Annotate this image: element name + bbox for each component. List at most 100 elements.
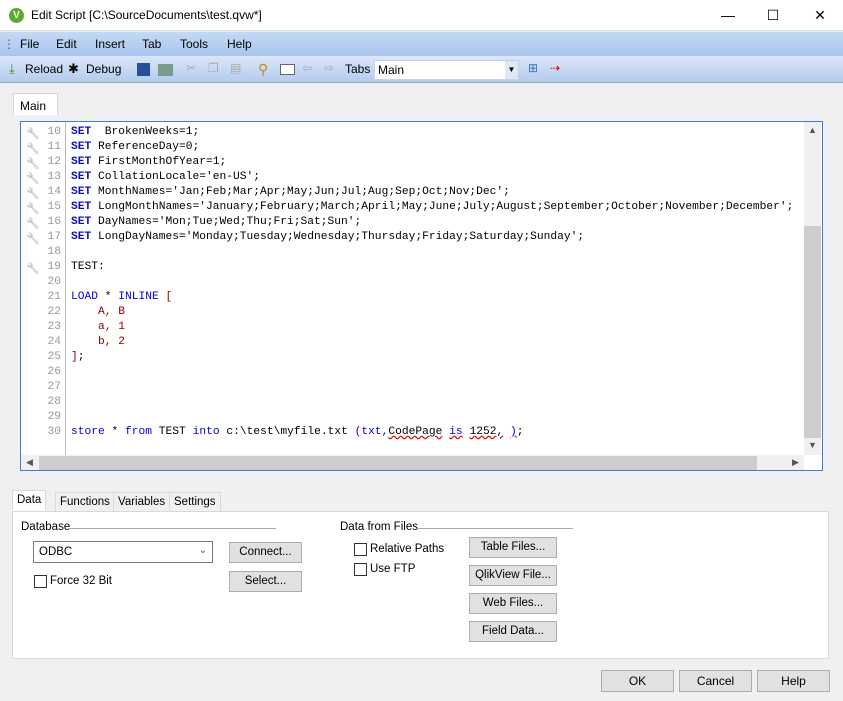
help-button[interactable]: Help xyxy=(757,670,830,692)
code-token: FirstMonthOfYear=1; xyxy=(91,156,227,168)
code-line[interactable]: 23 a, 1 xyxy=(21,320,821,335)
code-token: ] xyxy=(71,351,78,363)
wrench-icon: 🔧 xyxy=(26,172,40,185)
debug-button[interactable]: Debug xyxy=(86,62,121,76)
code-token: SET xyxy=(71,126,92,138)
wrench-icon: 🔧 xyxy=(26,217,40,230)
ok-button[interactable]: OK xyxy=(601,670,674,692)
code-line[interactable]: 29 xyxy=(21,410,821,425)
scroll-right-icon[interactable]: ▶ xyxy=(787,457,804,468)
paste-icon[interactable]: ▤ xyxy=(230,61,245,76)
find-icon[interactable]: ⚲ xyxy=(258,61,273,77)
code-line[interactable]: 27 xyxy=(21,380,821,395)
database-select[interactable]: ODBC ⌄ xyxy=(33,541,213,563)
minimize-button[interactable]: — xyxy=(705,0,751,31)
tab-left-icon[interactable]: ⇦ xyxy=(302,61,317,76)
close-button[interactable]: ✕ xyxy=(797,0,843,31)
reload-icon[interactable]: ⤓ xyxy=(9,61,24,76)
title-bar: V Edit Script [C:\SourceDocuments\test.q… xyxy=(0,0,843,31)
window-title: Edit Script [C:\SourceDocuments\test.qvw… xyxy=(31,8,262,22)
code-line[interactable]: 🔧 11 SET ReferenceDay=0; xyxy=(21,140,821,155)
tab-right-icon[interactable]: ⇨ xyxy=(324,61,339,76)
chevron-down-icon[interactable]: ▼ xyxy=(505,61,518,79)
code-line[interactable]: 26 xyxy=(21,365,821,380)
script-editor[interactable]: 🔧 10 SET BrokenWeeks=1; 🔧 11 SET ReferenceDay… xyxy=(20,121,823,471)
menu-tools[interactable]: Tools xyxy=(180,37,208,51)
syntax-check-icon[interactable]: ⇢ xyxy=(550,61,565,76)
qlikview-file-button[interactable]: QlikView File... xyxy=(469,565,557,586)
chevron-down-icon[interactable]: ⌄ xyxy=(199,545,207,556)
menu-tab[interactable]: Tab xyxy=(142,37,161,51)
data-panel xyxy=(12,511,829,659)
code-line[interactable]: 🔧 13 SET CollationLocale='en-US'; xyxy=(21,170,821,185)
print-icon[interactable] xyxy=(158,64,173,76)
code-token: a, 1 xyxy=(71,321,126,333)
menu-help[interactable]: Help xyxy=(227,37,252,51)
tabs-dropdown[interactable]: Main ▼ xyxy=(374,60,519,80)
code-line[interactable]: 28 xyxy=(21,395,821,410)
code-text: SET BrokenWeeks=1; xyxy=(71,125,199,140)
code-text: ]; xyxy=(71,350,85,365)
copy-icon[interactable]: ❐ xyxy=(208,61,223,76)
scroll-left-icon[interactable]: ◀ xyxy=(21,457,38,468)
table-files-button[interactable]: Table Files... xyxy=(469,537,557,558)
script-tab-main[interactable]: Main xyxy=(13,93,58,115)
code-line[interactable]: 🔧 17 SET LongDayNames='Monday;Tuesday;Wedn… xyxy=(21,230,821,245)
menu-bar: ⋮ File Edit Insert Tab Tools Help xyxy=(0,32,843,56)
relative-paths-checkbox[interactable] xyxy=(354,543,367,556)
code-line[interactable]: 25]; xyxy=(21,350,821,365)
menu-edit[interactable]: Edit xyxy=(56,37,77,51)
code-line[interactable]: 🔧 14 SET MonthNames='Jan;Feb;Mar;Apr;May;J… xyxy=(21,185,821,200)
cancel-button[interactable]: Cancel xyxy=(679,670,752,692)
line-number: 12 xyxy=(47,156,61,168)
code-token: INLINE xyxy=(118,291,159,303)
use-ftp-checkbox[interactable] xyxy=(354,563,367,576)
tab-data[interactable]: Data xyxy=(12,490,47,511)
line-number: 29 xyxy=(47,411,61,423)
line-number: 15 xyxy=(47,201,61,213)
connect-button[interactable]: Connect... xyxy=(229,542,302,563)
line-number: 28 xyxy=(47,396,61,408)
horizontal-scroll-thumb[interactable] xyxy=(39,456,757,470)
force-32-bit-checkbox[interactable] xyxy=(34,575,47,588)
menu-file[interactable]: File xyxy=(20,37,39,51)
reload-button[interactable]: Reload xyxy=(25,62,63,76)
line-number: 19 xyxy=(47,261,61,273)
vertical-scroll-thumb[interactable] xyxy=(804,226,821,438)
tab-functions[interactable]: Functions xyxy=(55,492,115,512)
line-number: 10 xyxy=(47,126,61,138)
select-button[interactable]: Select... xyxy=(229,571,302,592)
menu-insert[interactable]: Insert xyxy=(95,37,125,51)
code-line[interactable]: 🔧 12 SET FirstMonthOfYear=1; xyxy=(21,155,821,170)
field-data-button[interactable]: Field Data... xyxy=(469,621,557,642)
debug-bug-icon[interactable]: ✱ xyxy=(68,61,83,76)
tab-settings[interactable]: Settings xyxy=(169,492,221,512)
save-icon[interactable] xyxy=(137,63,150,76)
scroll-up-icon[interactable]: ▲ xyxy=(804,125,821,135)
code-line[interactable]: 🔧 19 TEST: xyxy=(21,260,821,275)
folder-icon[interactable] xyxy=(280,64,295,75)
tab-variables[interactable]: Variables xyxy=(113,492,171,512)
cut-icon[interactable]: ✂ xyxy=(186,61,201,76)
maximize-button[interactable]: ☐ xyxy=(750,0,796,31)
code-token: ) xyxy=(509,426,517,438)
line-number: 14 xyxy=(47,186,61,198)
structure-icon[interactable]: ⊞ xyxy=(528,61,543,76)
code-token: * xyxy=(98,291,119,303)
code-line[interactable]: 20 xyxy=(21,275,821,290)
code-line[interactable]: 🔧 15 SET LongMonthNames='January;February;… xyxy=(21,200,821,215)
scroll-down-icon[interactable]: ▼ xyxy=(804,440,821,450)
code-token: 1252, xyxy=(469,426,504,438)
code-line[interactable]: 30 store * from TEST into c:\test\myfile.… xyxy=(21,425,821,440)
code-line[interactable]: 22 A, B xyxy=(21,305,821,320)
code-token: SET xyxy=(71,171,92,183)
code-token: MonthNames='Jan;Feb;Mar;Apr;May;Jun;Jul;… xyxy=(91,186,510,198)
qlikview-app-icon: V xyxy=(9,8,24,23)
web-files-button[interactable]: Web Files... xyxy=(469,593,557,614)
code-line[interactable]: 18 xyxy=(21,245,821,260)
code-line[interactable]: 24 b, 2 xyxy=(21,335,821,350)
code-line[interactable]: 21 LOAD * INLINE [ xyxy=(21,290,821,305)
code-line[interactable]: 🔧 16 SET DayNames='Mon;Tue;Wed;Thu;Fri;Sat… xyxy=(21,215,821,230)
code-line[interactable]: 🔧 10 SET BrokenWeeks=1; xyxy=(21,125,821,140)
